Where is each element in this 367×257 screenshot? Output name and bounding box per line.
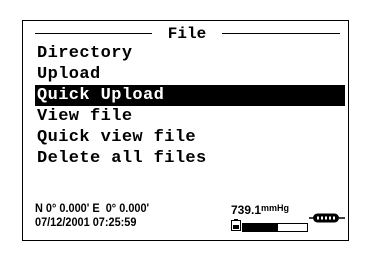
title-rule-left xyxy=(35,33,152,34)
file-menu: Directory Upload Quick Upload View file … xyxy=(35,43,345,169)
menu-title: File xyxy=(167,25,207,43)
menu-item-directory[interactable]: Directory xyxy=(35,43,345,64)
menu-item-delete-all-files[interactable]: Delete all files xyxy=(35,148,345,169)
menu-item-quick-view-file[interactable]: Quick view file xyxy=(35,127,345,148)
battery-icon xyxy=(231,219,241,231)
barometric-pressure: 739.1mmHg xyxy=(231,203,289,217)
menu-item-upload[interactable]: Upload xyxy=(35,64,345,85)
cable-connection-icon xyxy=(309,213,345,223)
menu-item-quick-upload[interactable]: Quick Upload xyxy=(35,85,345,106)
pressure-unit: mmHg xyxy=(261,203,290,213)
date-time: 07/12/2001 07:25:59 xyxy=(35,217,137,229)
title-rule-right xyxy=(222,33,340,34)
device-screen: File Directory Upload Quick Upload View … xyxy=(22,20,349,241)
gps-coordinates: N 0° 0.000' E 0° 0.000' xyxy=(35,203,150,215)
battery-level-bar xyxy=(242,223,308,232)
menu-header: File xyxy=(35,25,340,43)
status-bar: N 0° 0.000' E 0° 0.000' 07/12/2001 07:25… xyxy=(35,203,345,237)
pressure-value: 739.1 xyxy=(231,203,262,217)
battery-level-fill xyxy=(243,224,279,231)
menu-item-view-file[interactable]: View file xyxy=(35,106,345,127)
